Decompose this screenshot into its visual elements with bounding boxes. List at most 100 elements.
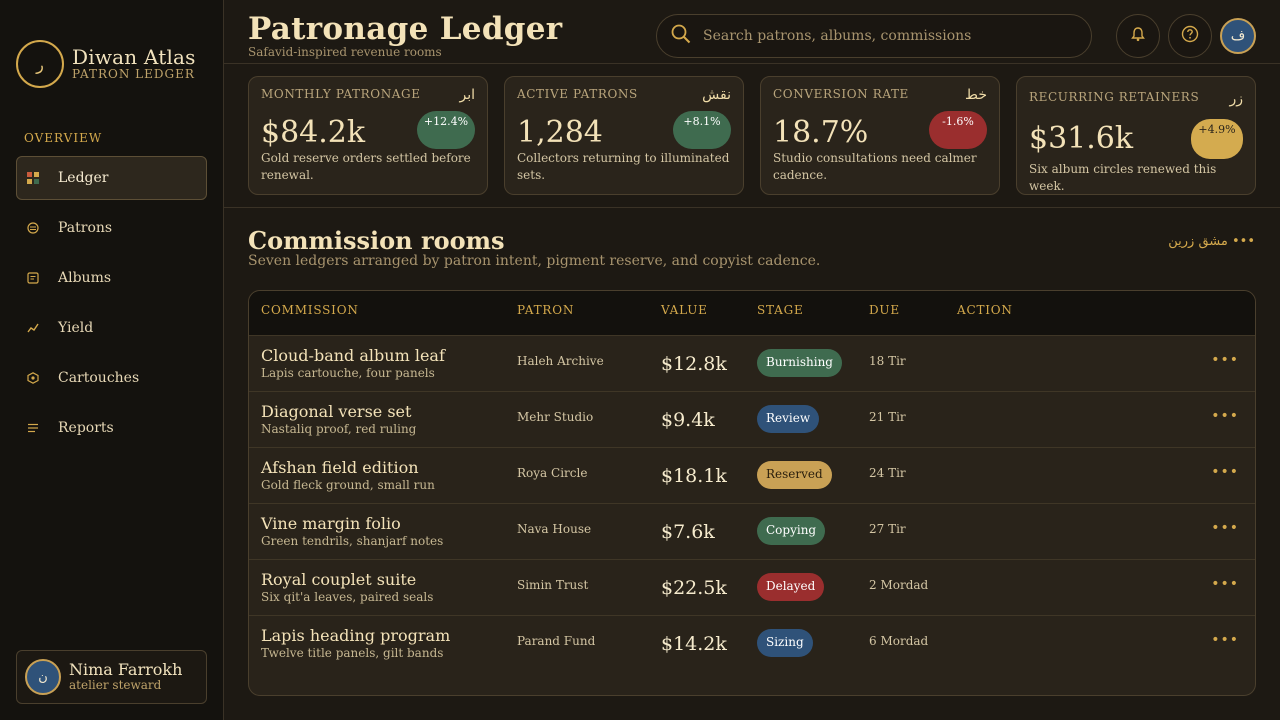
stat-card-monthly-patronage[interactable]: MONTHLY PATRONAGE ابر $84.2k +12.4% Gold…	[248, 76, 488, 195]
search-input[interactable]	[703, 28, 1073, 44]
stat-change-badge: +12.4%	[417, 111, 475, 149]
sidebar-item-label: Patrons	[58, 220, 113, 236]
bell-icon	[1130, 26, 1146, 46]
brand-subtitle: PATRON LEDGER	[72, 67, 195, 81]
sidebar-item-yield[interactable]: Yield	[16, 306, 207, 350]
stat-label: MONTHLY PATRONAGE	[261, 87, 421, 101]
help-button[interactable]	[1168, 14, 1212, 58]
stat-glyph: نقش	[702, 87, 731, 103]
commission-value: $22.5k	[661, 577, 727, 599]
sidebar-item-cartouches[interactable]: Cartouches	[16, 356, 207, 400]
commission-value: $9.4k	[661, 409, 715, 431]
patron-name: Nava House	[517, 522, 592, 536]
brand[interactable]: ر Diwan Atlas PATRON LEDGER	[16, 40, 196, 88]
patron-name: Haleh Archive	[517, 354, 604, 368]
commission-title: Royal couplet suite	[261, 570, 417, 589]
row-action-menu-button[interactable]: •••	[1211, 632, 1239, 648]
stage-badge: Delayed	[757, 573, 825, 601]
stage-badge: Burnishing	[757, 349, 842, 377]
sidebar-item-label: Reports	[58, 420, 114, 436]
stat-description: Six album circles renewed this week.	[1029, 162, 1217, 193]
stat-card-conversion-rate[interactable]: CONVERSION RATE خط 18.7% -1.6% Studio co…	[760, 76, 1000, 195]
column-header-commission[interactable]: COMMISSION	[261, 303, 359, 317]
row-action-menu-button[interactable]: •••	[1211, 352, 1239, 368]
user-name: Nima Farrokh	[69, 660, 183, 679]
patrons-icon	[27, 222, 39, 234]
table-row[interactable]: Diagonal verse set Nastaliq proof, red r…	[249, 391, 1255, 447]
brand-name: Diwan Atlas	[72, 45, 196, 69]
commission-detail: Green tendrils, shanjarf notes	[261, 534, 444, 548]
brand-logo: ر	[16, 40, 64, 88]
column-header-patron[interactable]: PATRON	[517, 303, 574, 317]
commission-detail: Lapis cartouche, four panels	[261, 366, 435, 380]
row-action-menu-button[interactable]: •••	[1211, 576, 1239, 592]
column-header-stage[interactable]: STAGE	[757, 303, 804, 317]
stat-value: 1,284	[517, 115, 603, 150]
row-action-menu-button[interactable]: •••	[1211, 408, 1239, 424]
stat-card-recurring-retainers[interactable]: RECURRING RETAINERS زر $31.6k +4.9% Six …	[1016, 76, 1256, 195]
stat-glyph: خط	[965, 87, 987, 103]
page-subtitle: Safavid-inspired revenue rooms	[248, 45, 442, 59]
stat-label: CONVERSION RATE	[773, 87, 909, 101]
stat-change-badge: +8.1%	[673, 111, 731, 149]
section-subtitle: Seven ledgers arranged by patron intent,…	[248, 253, 821, 269]
commission-title: Lapis heading program	[261, 626, 451, 645]
sidebar-item-patrons[interactable]: Patrons	[16, 206, 207, 250]
section-divider	[224, 207, 1280, 208]
sidebar-item-label: Yield	[58, 320, 94, 336]
row-action-menu-button[interactable]: •••	[1211, 520, 1239, 536]
stat-label: RECURRING RETAINERS	[1029, 90, 1200, 104]
stat-change-badge: -1.6%	[929, 111, 987, 149]
album-icon	[27, 272, 39, 284]
profile-avatar[interactable]: ف	[1220, 18, 1256, 54]
user-card[interactable]: ن Nima Farrokh atelier steward	[16, 650, 207, 704]
ledger-grid-icon	[27, 172, 39, 184]
page-title: Patronage Ledger	[248, 11, 563, 47]
stage-badge: Review	[757, 405, 820, 433]
commission-title: Cloud-band album leaf	[261, 346, 445, 365]
stage-badge: Copying	[757, 517, 826, 545]
stat-value: $31.6k	[1029, 121, 1134, 156]
commission-value: $12.8k	[661, 353, 727, 375]
table-header: COMMISSION PATRON VALUE STAGE DUE ACTION	[249, 291, 1255, 335]
sidebar-item-ledger[interactable]: Ledger	[16, 156, 207, 200]
notifications-button[interactable]	[1116, 14, 1160, 58]
due-date: 24 Tir	[869, 466, 906, 480]
stat-description: Gold reserve orders settled before renew…	[261, 151, 471, 182]
due-date: 2 Mordad	[869, 578, 929, 592]
row-action-menu-button[interactable]: •••	[1211, 464, 1239, 480]
table-row[interactable]: Royal couplet suite Six qit'a leaves, pa…	[249, 559, 1255, 615]
commission-value: $18.1k	[661, 465, 727, 487]
sidebar-item-label: Ledger	[58, 170, 109, 186]
table-row[interactable]: Afshan field edition Gold fleck ground, …	[249, 447, 1255, 503]
commission-title: Diagonal verse set	[261, 402, 412, 421]
commission-detail: Six qit'a leaves, paired seals	[261, 590, 434, 604]
user-role: atelier steward	[69, 678, 162, 692]
commission-detail: Nastaliq proof, red ruling	[261, 422, 417, 436]
commission-title: Afshan field edition	[261, 458, 419, 477]
section-more-button[interactable]: مشق زرین •••	[1168, 234, 1255, 249]
column-header-action: ACTION	[957, 303, 1013, 317]
reports-icon	[27, 422, 39, 434]
stat-glyph: زر	[1229, 91, 1243, 107]
stat-glyph: ابر	[459, 87, 475, 103]
sidebar-item-albums[interactable]: Albums	[16, 256, 207, 300]
table-row[interactable]: Vine margin folio Green tendrils, shanja…	[249, 503, 1255, 559]
commission-detail: Twelve title panels, gilt bands	[261, 646, 444, 660]
stage-badge: Reserved	[757, 461, 832, 489]
patron-name: Mehr Studio	[517, 410, 594, 424]
sidebar-item-reports[interactable]: Reports	[16, 406, 207, 450]
table-row[interactable]: Cloud-band album leaf Lapis cartouche, f…	[249, 335, 1255, 391]
trend-icon	[27, 322, 39, 334]
commission-value: $7.6k	[661, 521, 715, 543]
commission-value: $14.2k	[661, 633, 727, 655]
search-bar[interactable]	[656, 14, 1092, 58]
column-header-due[interactable]: DUE	[869, 303, 900, 317]
table-row[interactable]: Lapis heading program Twelve title panel…	[249, 615, 1255, 671]
patron-name: Simin Trust	[517, 578, 589, 592]
stat-value: 18.7%	[773, 115, 869, 150]
stat-card-active-patrons[interactable]: ACTIVE PATRONS نقش 1,284 +8.1% Collector…	[504, 76, 744, 195]
due-date: 27 Tir	[869, 522, 906, 536]
column-header-value[interactable]: VALUE	[661, 303, 708, 317]
stage-badge: Sizing	[757, 629, 813, 657]
